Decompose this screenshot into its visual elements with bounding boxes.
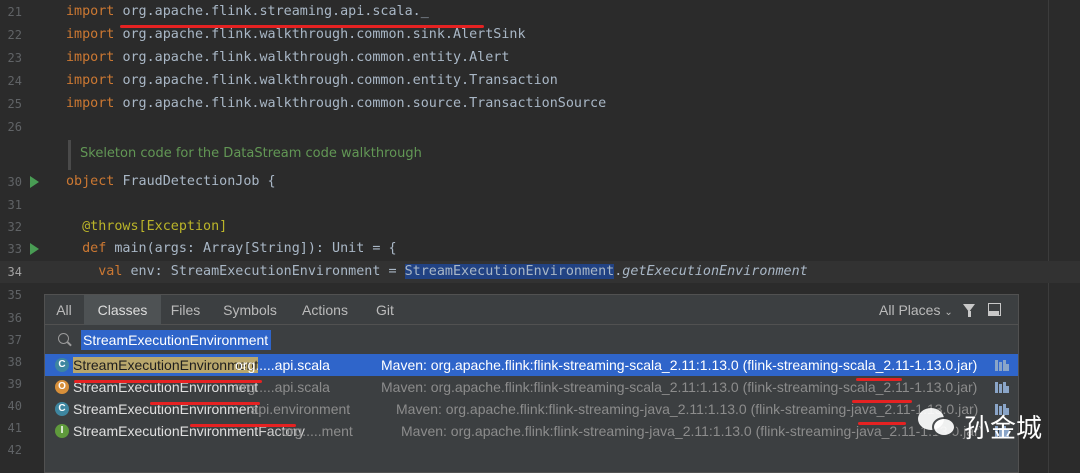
- class-icon: C: [55, 402, 69, 416]
- line-number: 23: [7, 51, 22, 65]
- code-line: 21 import org.apache.flink.streaming.api.…: [0, 1, 1080, 23]
- search-everywhere-popup[interactable]: All Classes Files Symbols Actions Git Al…: [44, 294, 1019, 473]
- line-number: 32: [7, 220, 22, 234]
- line-number: 25: [7, 97, 22, 111]
- chevron-down-icon: ⌄: [944, 307, 953, 318]
- filter-icon[interactable]: [963, 304, 975, 317]
- open-in-tool-window-icon[interactable]: [988, 303, 1001, 316]
- red-underline-result-3: [190, 424, 296, 427]
- doc-comment: Skeleton code for the DataStream code wa…: [80, 146, 422, 161]
- run-object-icon[interactable]: [30, 176, 39, 188]
- line-number: 38: [7, 355, 22, 369]
- code-line: 23 import org.apache.flink.walkthrough.co…: [0, 47, 1080, 69]
- code-text[interactable]: @throws[Exception]: [66, 216, 227, 238]
- code-text[interactable]: val env: StreamExecutionEnvironment = St…: [66, 261, 808, 283]
- result-row[interactable]: C StreamExecutionEnvironment org.....api.s…: [45, 354, 1018, 376]
- search-row: [45, 326, 1018, 354]
- line-number: 37: [7, 333, 22, 347]
- line-number: 31: [7, 198, 22, 212]
- tab-classes[interactable]: Classes: [84, 295, 161, 325]
- code-text[interactable]: import org.apache.flink.walkthrough.comm…: [66, 93, 606, 115]
- tab-symbols[interactable]: Symbols: [215, 295, 285, 325]
- code-text[interactable]: import org.apache.flink.walkthrough.comm…: [66, 47, 509, 69]
- line-number: 40: [7, 399, 22, 413]
- library-icon: [995, 382, 1009, 393]
- line-number: 35: [7, 288, 22, 302]
- run-main-icon[interactable]: [30, 243, 39, 255]
- code-text[interactable]: import org.apache.flink.walkthrough.comm…: [66, 70, 558, 92]
- library-icon: [995, 360, 1009, 371]
- line-number: 41: [7, 421, 22, 435]
- red-underline-java: [858, 422, 906, 425]
- code-line: 25 import org.apache.flink.walkthrough.co…: [0, 93, 1080, 115]
- red-underline-result-1: [74, 380, 262, 383]
- watermark-text: 孙金城: [964, 414, 1043, 444]
- watermark: 孙金城: [918, 405, 1058, 445]
- code-line: 34 val env: StreamExecutionEnvironment =…: [0, 261, 1080, 283]
- tab-actions[interactable]: Actions: [293, 295, 357, 325]
- line-number: 30: [7, 175, 22, 189]
- line-number: 33: [7, 242, 22, 256]
- code-line: 33 def main(args: Array[String]): Unit =…: [0, 238, 1080, 260]
- code-line: 30 object FraudDetectionJob {: [0, 171, 1080, 193]
- search-tabs: All Classes Files Symbols Actions Git Al…: [45, 295, 1018, 325]
- red-underline-scala-2: [852, 400, 912, 403]
- code-line: 26: [0, 116, 1080, 138]
- tab-files[interactable]: Files: [162, 295, 209, 325]
- all-places-label: All Places: [879, 302, 941, 318]
- line-number: 34: [7, 265, 22, 279]
- class-icon: C: [55, 358, 69, 372]
- code-line: 32 @throws[Exception]: [0, 216, 1080, 238]
- code-text[interactable]: import org.apache.flink.streaming.api.sc…: [66, 1, 429, 23]
- all-places-dropdown[interactable]: All Places ⌄: [879, 295, 953, 325]
- search-icon: [58, 333, 69, 344]
- doc-comment-bar: [68, 140, 71, 170]
- line-number: 21: [7, 5, 22, 19]
- wechat-icon: [918, 408, 958, 440]
- code-text[interactable]: object FraudDetectionJob {: [66, 171, 276, 193]
- result-package: org.....api.scala: [235, 357, 330, 373]
- tab-git[interactable]: Git: [365, 295, 405, 325]
- red-underline-result-2: [150, 402, 260, 405]
- line-number: 36: [7, 311, 22, 325]
- tab-all[interactable]: All: [45, 295, 83, 325]
- code-line: 31: [0, 194, 1080, 216]
- line-number: 22: [7, 28, 22, 42]
- line-number: 39: [7, 377, 22, 391]
- line-number: 26: [7, 120, 22, 134]
- result-location: Maven: org.apache.flink:flink-streaming-…: [381, 357, 978, 373]
- interface-icon: I: [55, 424, 69, 438]
- line-number: 24: [7, 74, 22, 88]
- red-underline-scala-1: [856, 378, 902, 381]
- result-name: StreamExecutionEnvironment: [73, 357, 259, 373]
- red-underline-import: [120, 25, 484, 28]
- search-input[interactable]: [81, 330, 271, 350]
- code-line: 24 import org.apache.flink.walkthrough.co…: [0, 70, 1080, 92]
- object-icon: O: [55, 380, 69, 394]
- code-text[interactable]: def main(args: Array[String]): Unit = {: [66, 238, 396, 260]
- line-number: 42: [7, 443, 22, 457]
